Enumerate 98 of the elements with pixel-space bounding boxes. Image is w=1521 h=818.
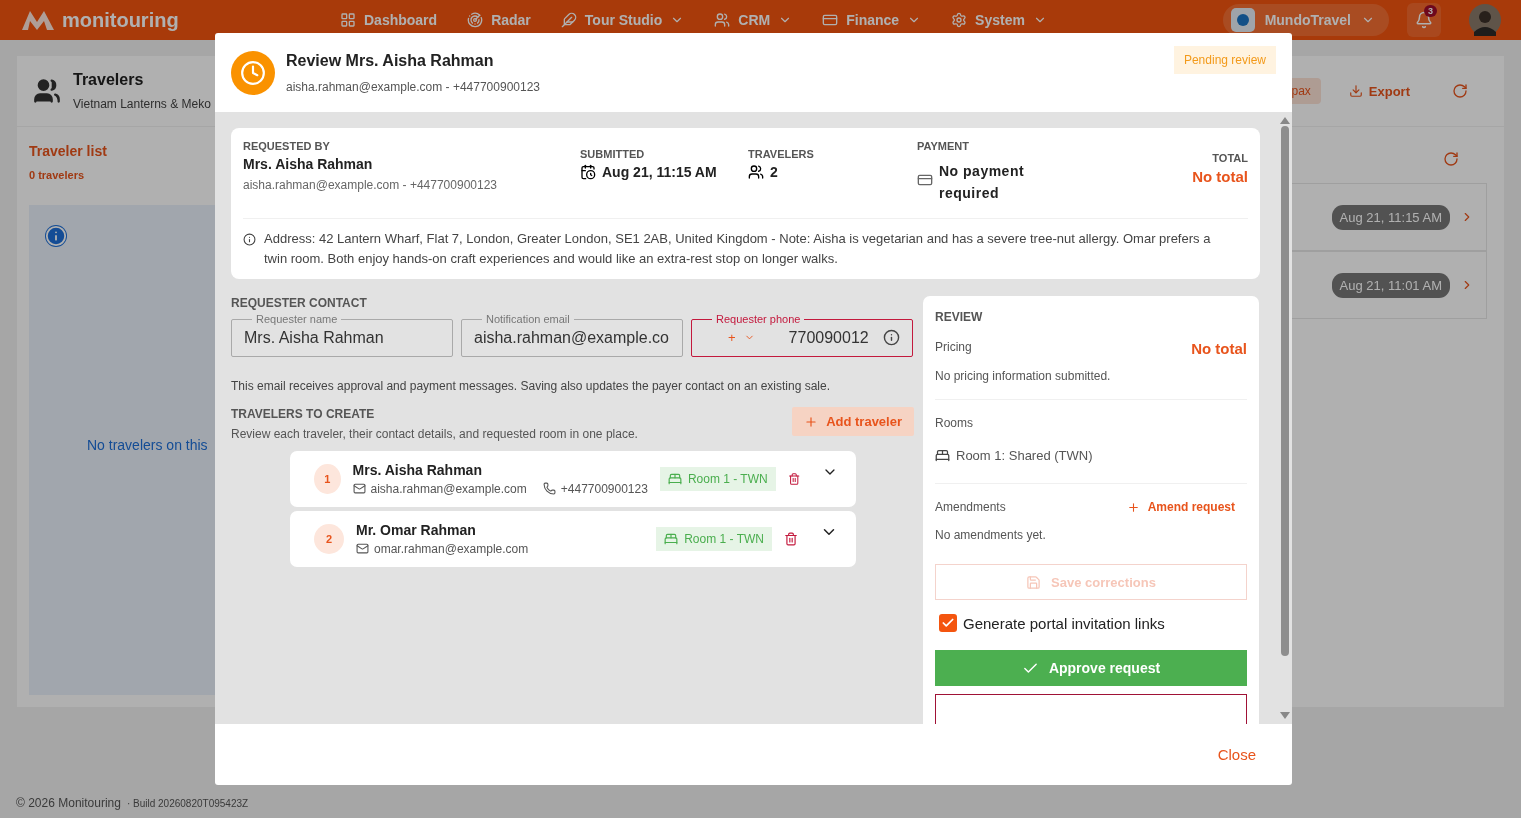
traveler-number: 2 [314, 524, 344, 554]
total-value: No total [1192, 168, 1248, 185]
radar-icon [467, 12, 484, 28]
dialog-title: Review Mrs. Aisha Rahman [286, 51, 495, 70]
approve-button[interactable]: Approve request [935, 650, 1247, 686]
field-label: SUBMITTED [580, 148, 646, 160]
traveler-card[interactable]: 1 Mrs. Aisha Rahman aisha.rahman@example.com +447700900123 Room 1 - TWN [290, 451, 856, 507]
room-tag: Room 1 - TWN [656, 527, 772, 551]
input-field[interactable]: Notification email aisha.rahman@example.co [461, 313, 683, 357]
scroll-down-icon[interactable] [1280, 712, 1290, 720]
bed-icon [667, 472, 682, 486]
download-icon [1348, 84, 1363, 98]
traveler-card[interactable]: 2 Mr. Omar Rahman omar.rahman@example.com Room 1 - TWN [290, 511, 856, 567]
mail-icon [356, 542, 369, 555]
mail-icon [352, 482, 366, 495]
list-count: 0 travelers [29, 169, 86, 181]
field-label: PAYMENT [917, 140, 970, 152]
traveler-count: 2 [770, 164, 778, 180]
field-label: TOTAL [1211, 152, 1248, 164]
pricing-note: No pricing information submitted. [935, 369, 1112, 383]
field-label: Amendments [935, 500, 1006, 514]
nav-item[interactable]: Finance [822, 12, 922, 28]
settings-icon [951, 12, 968, 28]
close-button[interactable]: Close [1211, 745, 1262, 764]
export-button[interactable]: Export [1342, 82, 1416, 100]
status-badge: Pending review [1173, 45, 1276, 74]
page-title: Travelers [73, 71, 145, 89]
checkbox[interactable] [939, 614, 957, 632]
delete-icon[interactable] [787, 472, 801, 486]
empty-message: No travelers on this [87, 437, 209, 453]
page-subtitle: Vietnam Lanterns & Meko [73, 97, 211, 111]
nav-item[interactable]: Dashboard [340, 12, 438, 28]
card-icon [917, 172, 933, 188]
logo-text: monitouring [62, 8, 179, 32]
grid-icon [340, 12, 356, 28]
traveler-name: Mrs. Aisha Rahman [352, 462, 483, 478]
requester-name: Mrs. Aisha Rahman [243, 156, 374, 172]
scroll-up-icon[interactable] [1280, 116, 1290, 124]
refresh-icon[interactable] [1443, 151, 1459, 167]
build-info: · Build 20260820T095423Z [126, 797, 249, 809]
amend-request-button[interactable]: Amend request [1126, 500, 1247, 514]
field-label: Rooms [935, 416, 974, 430]
nav-item[interactable]: Tour Studio [560, 12, 685, 28]
notification-count: 3 [1424, 5, 1437, 17]
copyright: © 2026 Monitouring [16, 796, 121, 810]
globe-icon [1230, 8, 1255, 32]
traveler-email: omar.rahman@example.com [374, 542, 529, 556]
address-note: Address: 42 Lantern Wharf, Flat 7, London, Greater London, SE1 2AB, United Kingdom - Note: Aisha is vegetarian and has a severe tree-nut allergy. Omar prefers a twin room. Both enjoy hands-on craft experiences and would like an extra-rest stop on longer walks. [264, 230, 1212, 268]
users-icon [714, 12, 731, 28]
traveler-phone: +447700900123 [560, 482, 648, 496]
room-tag: Room 1 - TWN [659, 467, 776, 491]
plus-icon [1126, 500, 1140, 514]
users-icon [33, 77, 61, 105]
avatar[interactable] [1469, 4, 1501, 36]
field-label: Pricing [935, 339, 972, 354]
info-icon [883, 329, 900, 346]
feather-icon [560, 12, 577, 28]
save-icon [1026, 574, 1042, 590]
reject-button[interactable] [935, 694, 1247, 724]
traveler-number: 1 [314, 464, 341, 494]
input-field[interactable]: Requester name Mrs. Aisha Rahman [231, 313, 453, 357]
field-label: TRAVELERS [748, 148, 815, 160]
room-name: Room 1: Shared (TWN) [956, 448, 1093, 463]
checkbox-label[interactable]: Generate portal invitation links [963, 614, 1165, 632]
section-title: TRAVELERS TO CREATE [231, 407, 376, 421]
dialog-subtitle: aisha.rahman@example.com - +447700900123 [286, 79, 540, 94]
amendments-note: No amendments yet. [935, 528, 1047, 542]
users-icon [748, 164, 764, 180]
phone-field[interactable]: Requester phone + 770090012 [691, 313, 913, 357]
info-icon [243, 233, 256, 246]
calendar-clock-icon [580, 164, 596, 180]
traveler-name: Mr. Omar Rahman [356, 522, 477, 538]
clock-icon [231, 50, 275, 95]
nav-item[interactable]: CRM [714, 12, 793, 28]
add-traveler-button[interactable]: Add traveler [792, 407, 914, 436]
refresh-icon[interactable] [1452, 83, 1468, 99]
pricing-total: No total [1191, 340, 1247, 357]
section-title: REVIEW [935, 310, 984, 324]
traveler-email: aisha.rahman@example.com [370, 482, 527, 496]
section-subtitle: Review each traveler, their contact details, and requested room in one place. [231, 427, 638, 441]
card-icon [822, 12, 839, 28]
plus-icon [804, 414, 819, 429]
nav-item[interactable]: Radar [467, 12, 531, 28]
field-label: REQUESTED BY [243, 140, 331, 152]
date-chip: Aug 21, 11:01 AM [1331, 272, 1450, 298]
payment-status: No payment required [939, 162, 1026, 203]
date-chip: Aug 21, 11:15 AM [1331, 204, 1450, 230]
delete-icon[interactable] [784, 532, 798, 546]
requester-contact: aisha.rahman@example.com - +447700900123 [243, 178, 498, 192]
info-icon [45, 225, 67, 247]
phone-icon [542, 482, 556, 495]
bed-icon [935, 448, 950, 463]
help-text: This email receives approval and payment messages. Saving also updates the payer contact on an existing sale. [231, 379, 831, 393]
check-icon [941, 616, 955, 630]
submitted-date: Aug 21, 11:15 AM [602, 164, 717, 180]
nav-item[interactable]: System [951, 12, 1047, 28]
section-title: REQUESTER CONTACT [231, 296, 368, 310]
bed-icon [664, 532, 679, 546]
